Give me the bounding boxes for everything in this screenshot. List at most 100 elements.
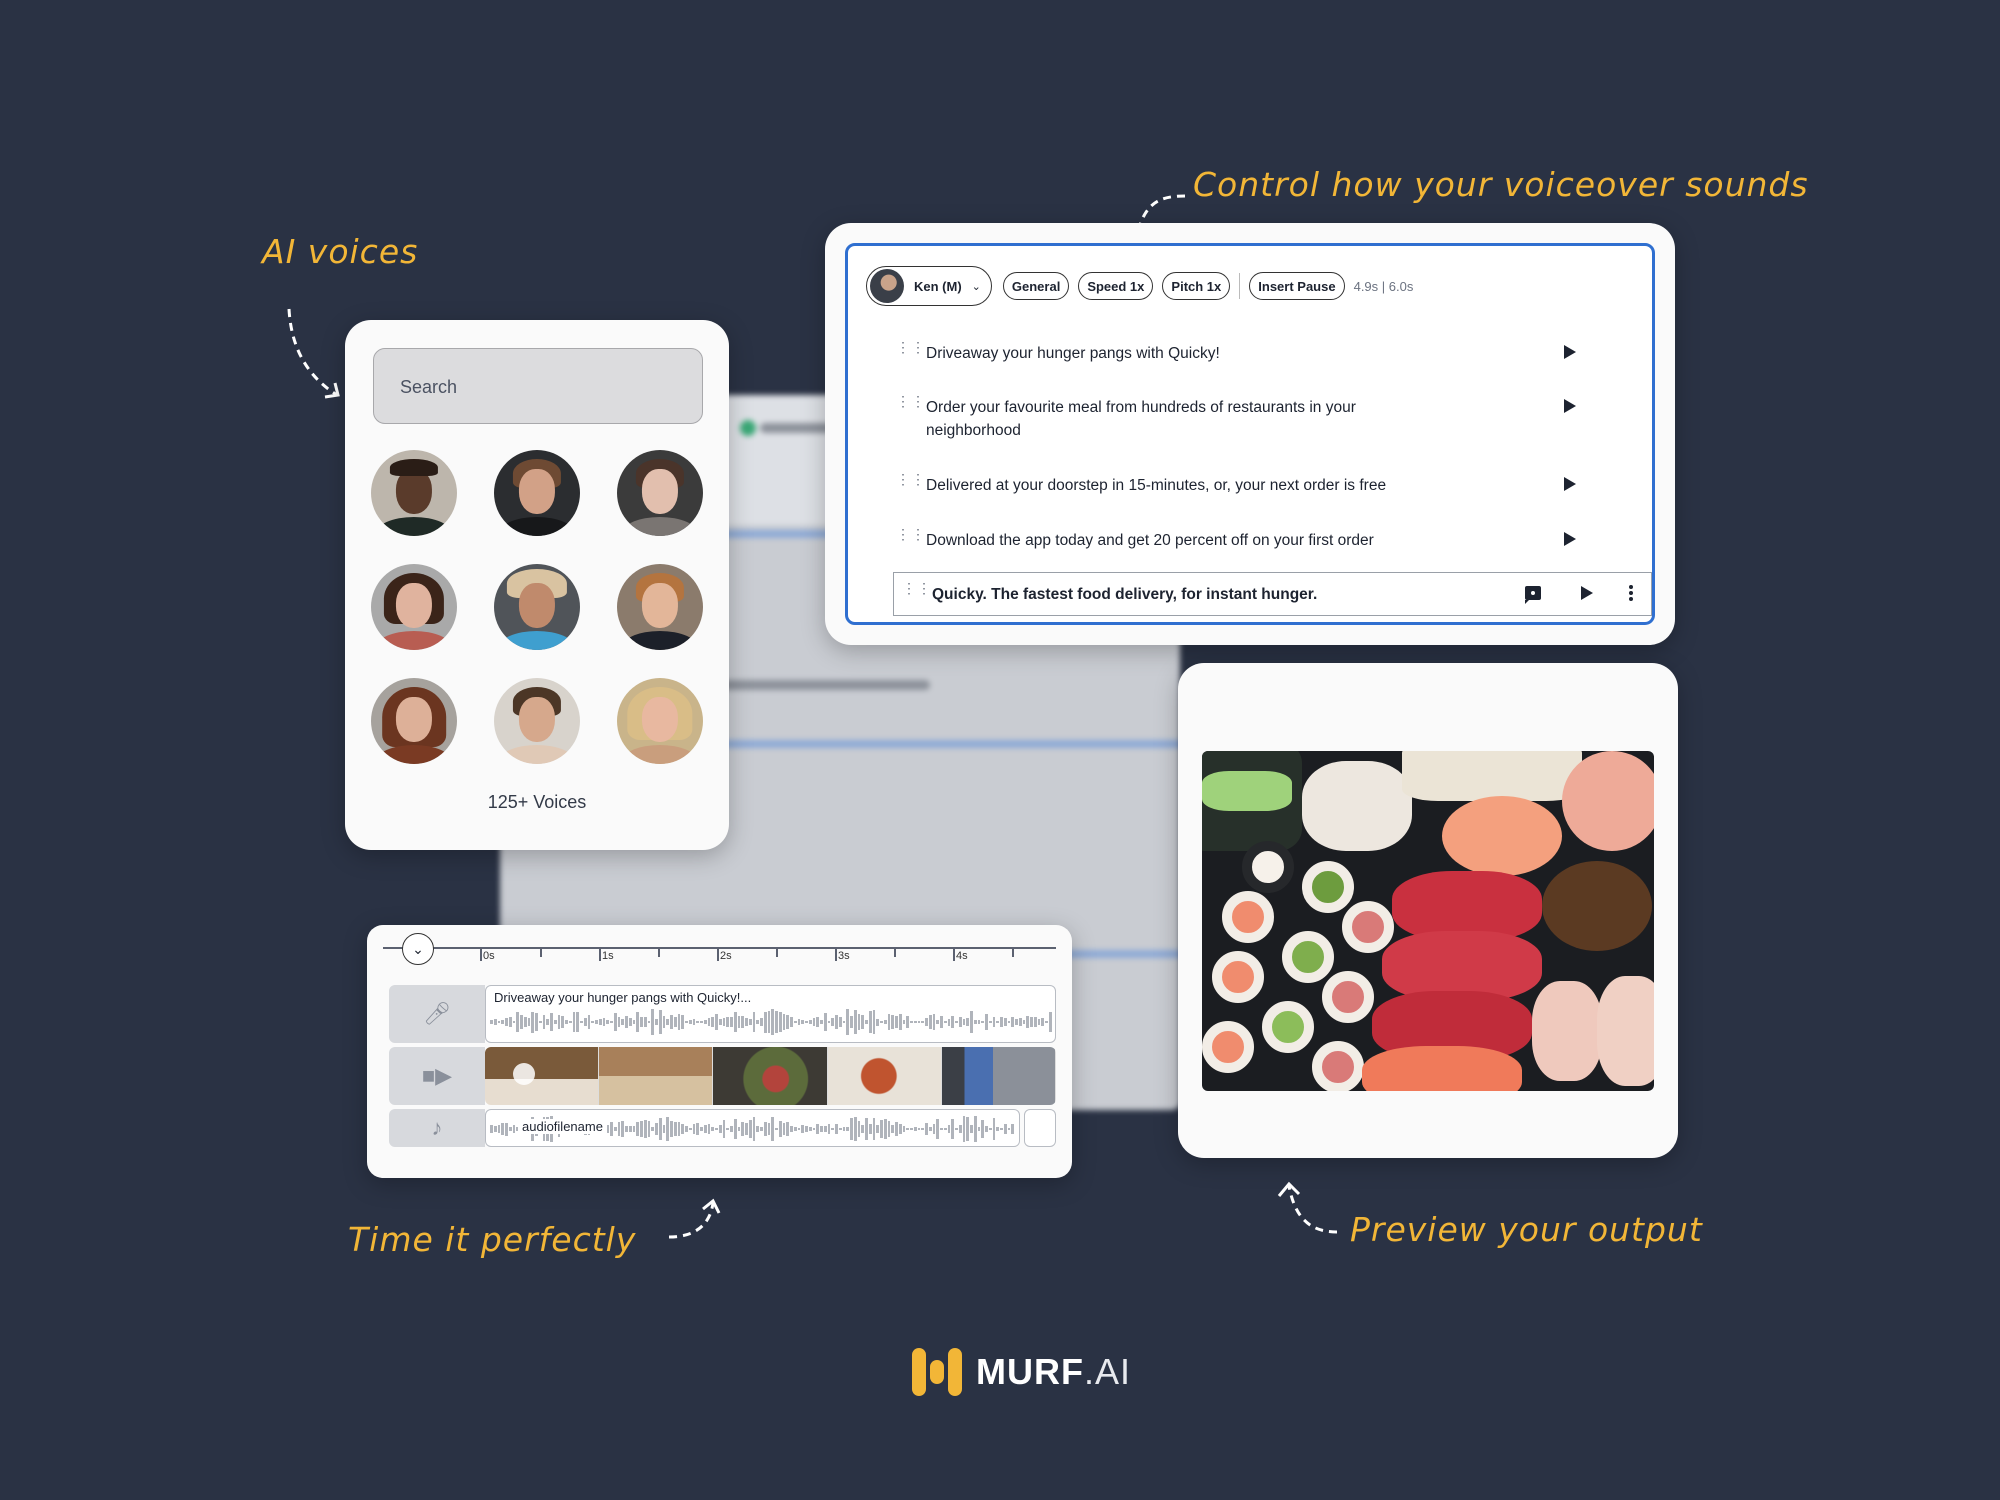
waveform-bar xyxy=(831,1127,834,1131)
more-options-icon[interactable] xyxy=(1629,585,1633,603)
style-button[interactable]: General xyxy=(1002,272,1070,300)
video-frame-phone-order xyxy=(941,1047,1056,1105)
waveform-bar xyxy=(767,1122,771,1136)
play-icon[interactable] xyxy=(1581,586,1593,600)
waveform-bar xyxy=(718,1124,722,1134)
waveform-bar xyxy=(696,1123,699,1135)
voice-selector-dropdown[interactable]: Ken (M) ⌄ xyxy=(866,266,992,306)
waveform-bar xyxy=(737,1016,741,1028)
waveform-bar xyxy=(715,1014,718,1030)
brand-name-text: MURF xyxy=(976,1351,1084,1392)
waveform-bar xyxy=(1026,1015,1029,1029)
waveform-bar xyxy=(700,1126,703,1132)
waveform-bar xyxy=(951,1119,954,1139)
play-icon[interactable] xyxy=(1564,399,1576,413)
speaker-icon[interactable] xyxy=(513,1063,535,1085)
voice-avatar-4[interactable] xyxy=(371,564,457,650)
waveform-bar xyxy=(801,1019,804,1025)
chevron-down-icon: ⌄ xyxy=(412,940,424,957)
drag-handle-icon[interactable]: ⋮⋮ xyxy=(896,394,925,408)
script-line-text[interactable]: Delivered at your doorstep in 15-minutes… xyxy=(926,474,1446,497)
waveform-bar xyxy=(823,1013,827,1031)
waveform-bar xyxy=(737,1126,741,1132)
waveform-bar xyxy=(778,1120,782,1138)
voice-avatar-3[interactable] xyxy=(617,450,703,536)
waveform-bar xyxy=(1048,1011,1052,1033)
waveform-bar xyxy=(895,1015,898,1029)
script-line-text[interactable]: Order your favourite meal from hundreds … xyxy=(926,396,1446,442)
voice-avatar-6[interactable] xyxy=(617,564,703,650)
waveform-bar xyxy=(655,1018,658,1026)
tick-label: 0s xyxy=(483,950,495,962)
waveform-bar xyxy=(955,1020,958,1024)
annotation-preview: Preview your output xyxy=(1350,1210,1703,1249)
waveform-bar xyxy=(722,1017,726,1027)
waveform-bar xyxy=(771,1117,774,1141)
waveform-bar xyxy=(752,1011,756,1033)
waveform-bar xyxy=(943,1127,947,1131)
script-editor-panel: Ken (M) ⌄ General Speed 1x Pitch 1x Inse… xyxy=(825,223,1675,645)
voice-avatar-5[interactable] xyxy=(494,564,580,650)
script-line-text[interactable]: Download the app today and get 20 percen… xyxy=(926,529,1446,552)
waveform-bar xyxy=(868,1124,872,1134)
waveform-bar xyxy=(816,1016,819,1028)
drag-handle-icon[interactable]: ⋮⋮ xyxy=(902,581,931,595)
timeline-ruler xyxy=(383,947,1056,949)
tick-label: 2s xyxy=(720,950,732,962)
waveform-bar xyxy=(617,1122,621,1136)
pitch-button[interactable]: Pitch 1x xyxy=(1162,272,1231,300)
waveform-bar xyxy=(606,1019,609,1025)
waveform-bar xyxy=(640,1121,643,1137)
voice-avatar-7[interactable] xyxy=(371,678,457,764)
voice-search-input[interactable]: Search xyxy=(373,348,703,424)
play-icon[interactable] xyxy=(1564,532,1576,546)
drag-handle-icon[interactable]: ⋮⋮ xyxy=(896,472,925,486)
script-line[interactable]: ⋮⋮ Delivered at your doorstep in 15-minu… xyxy=(896,472,1634,497)
music-clip[interactable]: audiofilename xyxy=(485,1109,1020,1147)
waveform-bar xyxy=(808,1020,812,1024)
waveform-bar xyxy=(617,1017,621,1027)
waveform-bar xyxy=(711,1127,714,1131)
waveform-bar xyxy=(808,1126,812,1132)
voice-avatar-2[interactable] xyxy=(494,450,580,536)
script-editor: Ken (M) ⌄ General Speed 1x Pitch 1x Inse… xyxy=(845,243,1655,625)
waveform-bar xyxy=(891,1125,894,1133)
waveform-bar xyxy=(688,1020,692,1024)
voice-avatar-8[interactable] xyxy=(494,678,580,764)
waveform-bar xyxy=(613,1012,617,1032)
voice-track: 🎤︎ Driveaway your hunger pangs with Quic… xyxy=(389,985,1056,1043)
speed-button[interactable]: Speed 1x xyxy=(1078,272,1154,300)
waveform-bar xyxy=(887,1014,891,1030)
waveform-bar xyxy=(763,1121,767,1137)
script-line[interactable]: ⋮⋮ Order your favourite meal from hundre… xyxy=(896,394,1634,442)
drag-handle-icon[interactable]: ⋮⋮ xyxy=(896,340,925,354)
script-line[interactable]: ⋮⋮ Driveaway your hunger pangs with Quic… xyxy=(896,340,1634,365)
waveform-bar xyxy=(613,1126,617,1132)
drag-handle-icon[interactable]: ⋮⋮ xyxy=(896,527,925,541)
brand-suffix-text: .AI xyxy=(1083,1351,1131,1392)
music-clip-next[interactable] xyxy=(1024,1109,1056,1147)
waveform-bar xyxy=(733,1011,737,1033)
script-line[interactable]: ⋮⋮ Download the app today and get 20 per… xyxy=(896,527,1634,552)
insert-pause-button[interactable]: Insert Pause xyxy=(1249,272,1345,300)
waveform-bar xyxy=(1033,1016,1037,1028)
waveform-bar xyxy=(662,1015,666,1029)
waveform-bar xyxy=(805,1020,808,1024)
collapse-timeline-button[interactable]: ⌄ xyxy=(402,933,434,965)
voice-clip[interactable]: Driveaway your hunger pangs with Quicky!… xyxy=(485,985,1056,1043)
waveform-bar xyxy=(625,1015,628,1029)
script-line-active[interactable]: ⋮⋮ Quicky. The fastest food delivery, fo… xyxy=(893,572,1652,616)
voice-avatar-9[interactable] xyxy=(617,678,703,764)
voice-avatar-1[interactable] xyxy=(371,450,457,536)
script-line-text[interactable]: Quicky. The fastest food delivery, for i… xyxy=(932,583,1452,606)
play-icon[interactable] xyxy=(1564,477,1576,491)
waveform-bar xyxy=(673,1122,677,1136)
play-icon[interactable] xyxy=(1564,345,1576,359)
comment-icon[interactable] xyxy=(1525,586,1541,604)
script-line-text[interactable]: Driveaway your hunger pangs with Quicky! xyxy=(926,342,1446,365)
video-clip[interactable] xyxy=(485,1047,1056,1105)
tick-minor xyxy=(894,947,896,957)
waveform-bar xyxy=(778,1011,782,1033)
waveform-bar xyxy=(651,1009,654,1035)
waveform-bar xyxy=(580,1020,583,1024)
